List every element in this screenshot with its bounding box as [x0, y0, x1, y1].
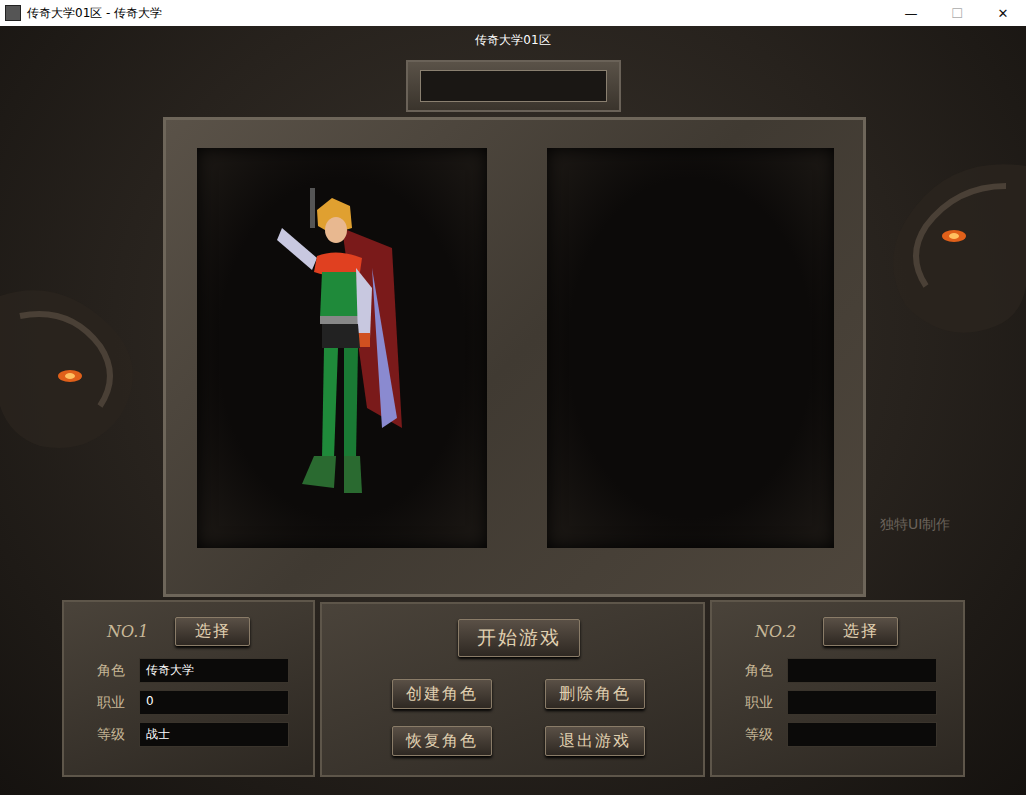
field-label: 角色: [97, 662, 139, 680]
slot-label: NO.1: [107, 622, 175, 641]
field-row: 等级 战士: [64, 722, 313, 747]
select-screen: 独特UI制作 传奇大学01区 NO.1 选择 角色 传奇大学职业 0等级 战士开…: [0, 26, 1026, 795]
action-button[interactable]: 退出游戏: [545, 726, 645, 756]
field-label: 职业: [97, 694, 139, 712]
window-title: 传奇大学01区 - 传奇大学: [27, 5, 888, 22]
slot-panel: NO.2 选择 角色 职业 等级: [710, 600, 965, 777]
game-window: 传奇大学01区 - 传奇大学 —☐✕ 独特UI制作 传奇大学01区 NO.1 选…: [0, 0, 1026, 795]
field-value: [787, 658, 937, 683]
window-control[interactable]: ✕: [980, 0, 1026, 26]
warrior-character-icon: [272, 188, 412, 508]
action-button[interactable]: 创建角色: [392, 679, 492, 709]
slot-panel: NO.1 选择 角色 传奇大学职业 0等级 战士: [62, 600, 315, 777]
field-value: 0: [139, 690, 289, 715]
field-row: 等级: [712, 722, 963, 747]
field-label: 等级: [97, 726, 139, 744]
window-control[interactable]: ☐: [934, 0, 980, 26]
slot-label: NO.2: [755, 622, 823, 641]
name-field: [420, 70, 607, 102]
server-name: 传奇大学01区: [0, 26, 1026, 48]
field-label: 职业: [745, 694, 787, 712]
title-bar: 传奇大学01区 - 传奇大学 —☐✕: [0, 0, 1026, 26]
field-label: 等级: [745, 726, 787, 744]
field-value: [787, 690, 937, 715]
window-controls: —☐✕: [888, 0, 1026, 26]
name-box: [406, 60, 621, 112]
field-row: 角色 传奇大学: [64, 658, 313, 683]
action-panel: 开始游戏 创建角色 删除角色恢复角色 退出游戏: [320, 602, 705, 777]
field-label: 角色: [745, 662, 787, 680]
watermark: 独特UI制作: [880, 516, 950, 534]
field-row: 职业 0: [64, 690, 313, 715]
select-button[interactable]: 选择: [175, 617, 250, 646]
app-icon: [5, 5, 21, 21]
field-value: 战士: [139, 722, 289, 747]
window-control[interactable]: —: [888, 0, 934, 26]
field-value: [787, 722, 937, 747]
character-panel: [163, 117, 866, 597]
character-frame[interactable]: [197, 148, 487, 548]
character-frame[interactable]: [547, 148, 834, 548]
select-button[interactable]: 选择: [823, 617, 898, 646]
start-game-button[interactable]: 开始游戏: [458, 619, 580, 657]
dragon-right-icon: [866, 136, 1026, 356]
field-row: 职业: [712, 690, 963, 715]
dragon-left-icon: [0, 256, 160, 476]
action-button[interactable]: 恢复角色: [392, 726, 492, 756]
field-row: 角色: [712, 658, 963, 683]
field-value: 传奇大学: [139, 658, 289, 683]
action-button[interactable]: 删除角色: [545, 679, 645, 709]
